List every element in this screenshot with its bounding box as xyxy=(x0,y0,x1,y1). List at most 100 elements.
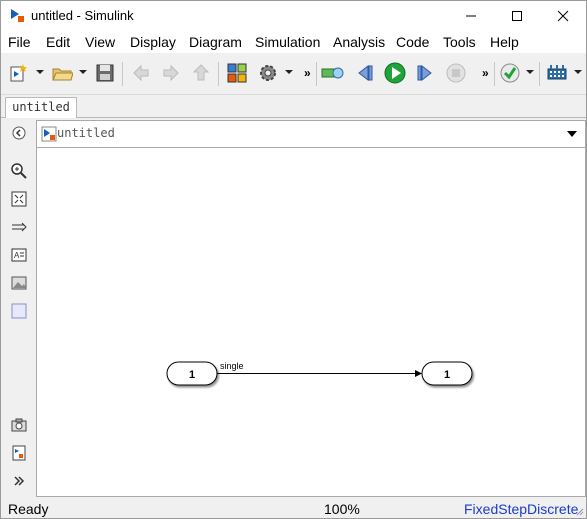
zoom-in-icon xyxy=(11,163,27,179)
library-browser-button[interactable] xyxy=(225,61,249,85)
left-palette: A xyxy=(1,118,35,496)
diagram-canvas[interactable]: 1 single 1 xyxy=(36,148,586,497)
fit-to-view-icon xyxy=(11,191,27,207)
menu-simulation[interactable]: Simulation xyxy=(255,34,320,50)
inport-block[interactable]: 1 xyxy=(166,361,218,386)
menu-bar: File Edit View Display Diagram Simulatio… xyxy=(1,31,586,53)
annotation-button[interactable]: A xyxy=(10,246,28,264)
model-config-button[interactable] xyxy=(256,61,280,85)
svg-text:A: A xyxy=(14,251,20,260)
model-info-button[interactable] xyxy=(10,444,28,462)
window-title: untitled - Simulink xyxy=(31,8,134,23)
toolbar-overflow-2[interactable]: » xyxy=(482,66,489,80)
status-zoom: 100% xyxy=(324,501,360,517)
build-button[interactable] xyxy=(545,61,569,85)
data-inspector-button[interactable] xyxy=(321,61,345,85)
image-icon xyxy=(11,276,27,290)
up-button[interactable] xyxy=(189,61,213,85)
menu-display[interactable]: Display xyxy=(130,34,176,50)
library-browser-icon xyxy=(227,63,247,83)
menu-view[interactable]: View xyxy=(85,34,115,50)
back-icon xyxy=(133,64,149,82)
expand-palette-button[interactable] xyxy=(10,472,28,490)
forward-icon xyxy=(163,64,179,82)
open-folder-icon xyxy=(52,68,73,81)
menu-code[interactable]: Code xyxy=(396,34,429,50)
outport-block[interactable]: 1 xyxy=(421,361,473,386)
menu-tools[interactable]: Tools xyxy=(443,34,476,50)
simulink-app-icon xyxy=(9,7,25,23)
open-button[interactable] xyxy=(50,61,74,85)
inport-label: 1 xyxy=(189,369,195,381)
model-advisor-button[interactable] xyxy=(498,61,522,85)
new-model-dropdown[interactable] xyxy=(36,70,44,74)
model-icon xyxy=(41,126,57,142)
model-advisor-icon xyxy=(500,63,520,83)
title-bar: untitled - Simulink xyxy=(1,1,586,31)
diagram-svg: 1 single 1 xyxy=(166,361,473,386)
menu-help[interactable]: Help xyxy=(490,34,519,50)
menu-file[interactable]: File xyxy=(8,34,31,50)
model-tab-strip: untitled xyxy=(1,95,586,118)
build-icon xyxy=(547,65,567,80)
up-icon xyxy=(192,64,210,81)
save-icon xyxy=(96,64,114,82)
camera-icon xyxy=(11,418,27,432)
run-icon xyxy=(384,62,406,84)
back-icon xyxy=(12,126,26,140)
toolbar: » » xyxy=(1,54,586,95)
data-inspector-icon xyxy=(321,67,344,79)
maximize-button[interactable] xyxy=(494,1,540,31)
minimize-button[interactable] xyxy=(448,1,494,31)
back-button[interactable] xyxy=(129,61,153,85)
address-path: untitled xyxy=(57,126,115,140)
model-info-icon xyxy=(12,445,26,461)
signal-arrow-button[interactable] xyxy=(10,218,28,236)
resize-grip-icon[interactable] xyxy=(574,506,584,516)
snapshot-button[interactable] xyxy=(10,416,28,434)
hide-browser-button[interactable] xyxy=(10,124,28,142)
run-button[interactable] xyxy=(383,61,407,85)
stop-button[interactable] xyxy=(444,61,468,85)
toolbar-overflow-1[interactable]: » xyxy=(304,66,311,80)
tab-untitled[interactable]: untitled xyxy=(5,97,77,118)
simulink-window: untitled - Simulink File Edit View Displ… xyxy=(0,0,587,519)
step-forward-button[interactable] xyxy=(413,61,437,85)
close-button[interactable] xyxy=(540,1,586,31)
status-state: Ready xyxy=(8,501,49,517)
new-model-icon xyxy=(10,64,27,82)
model-address-bar[interactable]: untitled xyxy=(36,120,586,148)
menu-analysis[interactable]: Analysis xyxy=(333,34,385,50)
fit-to-view-button[interactable] xyxy=(10,190,28,208)
stop-icon xyxy=(446,63,466,83)
signal-label[interactable]: single xyxy=(220,361,244,371)
step-back-button[interactable] xyxy=(353,61,377,85)
step-back-icon xyxy=(358,64,373,82)
annotation-icon: A xyxy=(11,248,27,262)
signal-arrowhead xyxy=(415,370,422,377)
outport-label: 1 xyxy=(444,369,450,381)
expand-icon xyxy=(14,476,25,486)
minimize-icon xyxy=(466,15,476,17)
area-icon xyxy=(11,303,27,319)
model-config-icon xyxy=(260,65,276,81)
menu-diagram[interactable]: Diagram xyxy=(189,34,242,50)
signal-arrow-icon xyxy=(12,222,27,232)
address-dropdown-icon[interactable] xyxy=(567,131,577,137)
status-bar: Ready 100% FixedStepDiscrete xyxy=(1,498,586,518)
maximize-icon xyxy=(512,11,522,21)
save-button[interactable] xyxy=(93,61,117,85)
model-config-dropdown[interactable] xyxy=(285,70,293,74)
zoom-in-button[interactable] xyxy=(10,162,28,180)
step-forward-icon xyxy=(417,64,432,82)
status-solver[interactable]: FixedStepDiscrete xyxy=(464,501,578,517)
image-button[interactable] xyxy=(10,274,28,292)
new-model-button[interactable] xyxy=(7,61,31,85)
open-dropdown[interactable] xyxy=(79,70,87,74)
forward-button[interactable] xyxy=(159,61,183,85)
close-icon xyxy=(557,10,569,22)
menu-edit[interactable]: Edit xyxy=(46,34,70,50)
model-advisor-dropdown[interactable] xyxy=(526,70,534,74)
area-button[interactable] xyxy=(10,302,28,320)
build-dropdown[interactable] xyxy=(574,70,582,74)
